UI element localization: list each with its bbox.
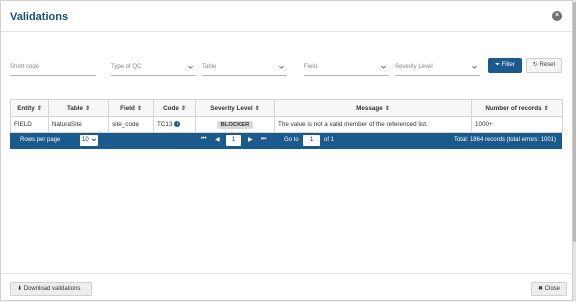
table-header-row: Entity ⇕ Table ⇕ Field ⇕ Code ⇕ Severity Lev… [10,99,563,117]
column-header-table[interactable]: Table ⇕ [48,99,109,117]
sort-icon: ⇕ [136,105,142,112]
modal-title: Validations [10,11,69,23]
next-page-icon[interactable]: ▶ [248,136,253,143]
column-header-number-of-records[interactable]: Number of records ⇕ [471,99,563,117]
filter-button[interactable]: ⏷ Filter [488,58,522,73]
cell-code: TC13 i [153,116,196,133]
chevron-down-icon [91,138,97,142]
reset-button-label: Reset [539,62,556,68]
previous-page-icon[interactable]: ◀ [215,136,220,143]
filter-icon: ⏷ [495,62,500,68]
download-icon: ⬇ [17,286,23,292]
column-header-severity-level[interactable]: Severity Level ⇕ [195,99,275,117]
column-header-field[interactable]: Field ⇕ [108,99,154,117]
cell-message: The value is not a valid member of the r… [274,116,472,133]
sort-icon: ⇕ [84,105,90,112]
validations-table: Entity ⇕ Table ⇕ Field ⇕ Code ⇕ Severity Lev… [10,99,563,133]
short-code-placeholder: Short code [10,64,40,70]
column-header-entity[interactable]: Entity ⇕ [10,99,49,117]
table-row: FIELD NaturaSite site_code TC13 i BLOCKER… [10,116,563,133]
chevron-down-icon [188,65,193,69]
filter-bar: Short code Type of QC Table Field Severi… [1,57,574,79]
go-to-input[interactable]: 1 [303,135,320,146]
chevron-down-icon [279,65,284,69]
sort-icon: ⇕ [384,105,390,112]
sort-icon: ⇕ [543,105,549,112]
close-label: Close [544,286,561,292]
info-icon[interactable]: i [174,121,181,127]
field-label: Field [304,64,318,70]
first-page-icon[interactable]: ⏮ [201,136,206,143]
severity-level-select[interactable]: Severity Level [395,62,480,76]
total-records-text: Total: 1864 records (total errors: 1001) [453,137,556,143]
sort-icon: ⇕ [180,105,186,112]
of-pages-label: of 1 [324,137,335,143]
cell-table: NaturaSite [48,116,109,133]
cell-severity: BLOCKER [195,116,275,133]
type-of-qc-label: Type of QC [111,64,142,70]
close-button[interactable]: ✖ Close [531,282,567,296]
cell-number-of-records: 1000+ [471,116,563,133]
short-code-input[interactable]: Short code [10,62,96,76]
sort-icon: ⇕ [36,105,42,112]
chevron-down-icon [381,65,386,69]
modal-footer: ⬇ Download validations ✖ Close [1,273,574,302]
field-select[interactable]: Field [304,62,389,76]
chevron-down-icon [472,65,477,69]
column-header-code[interactable]: Code ⇕ [153,99,196,117]
rows-per-page-value: 10 [82,137,89,143]
close-icon: ✖ [537,286,543,292]
cell-field: site_code [108,116,154,133]
rows-per-page-select[interactable]: 10 [80,135,98,146]
table-label: Table [202,64,217,70]
table-select[interactable]: Table [202,62,287,76]
validations-modal: Validations × Short code Type of QC Tabl… [0,0,574,302]
filter-button-label: Filter [501,62,515,68]
cell-entity: FIELD [10,116,49,133]
column-header-message[interactable]: Message ⇕ [274,99,472,117]
current-page[interactable]: 1 [226,135,241,146]
pagination-bar: Rows per page 10 ⏮ ◀ 1 ▶ ⏭ Go to 1 of 1 … [10,133,562,149]
code-value: TC13 [157,121,173,128]
reset-icon: ↻ [532,62,538,68]
modal-header: Validations × [1,1,572,32]
download-label: Download validations [23,286,81,292]
severity-level-label: Severity Level [395,64,433,70]
download-validations-button[interactable]: ⬇ Download validations [10,282,92,296]
type-of-qc-select[interactable]: Type of QC [111,62,196,76]
last-page-icon[interactable]: ⏭ [261,136,266,143]
reset-button[interactable]: ↻ Reset [526,58,562,73]
severity-badge: BLOCKER [216,120,254,129]
go-to-label: Go to [284,137,299,143]
close-icon[interactable]: × [552,11,562,21]
sort-icon: ⇕ [254,105,260,112]
rows-per-page-label: Rows per page [20,137,61,143]
